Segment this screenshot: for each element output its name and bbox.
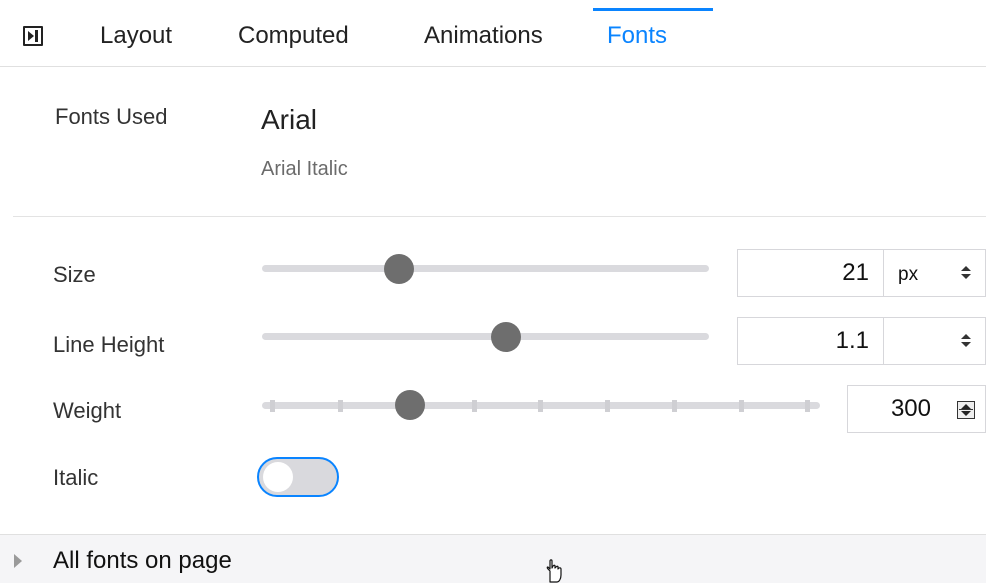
all-fonts-label[interactable]: All fonts on page: [53, 547, 232, 575]
sidebar-toggle-icon[interactable]: [23, 26, 43, 46]
line-height-unit-select[interactable]: [883, 317, 986, 365]
size-value: 21: [842, 259, 869, 286]
disclosure-triangle-icon[interactable]: [14, 554, 22, 568]
line-height-label: Line Height: [53, 332, 165, 357]
all-fonts-disclosure[interactable]: All fonts on page: [0, 534, 986, 583]
weight-tick: [805, 400, 810, 412]
tab-layout[interactable]: Layout: [100, 22, 172, 50]
size-label: Size: [53, 262, 96, 287]
tab-computed[interactable]: Computed: [238, 22, 349, 50]
weight-value: 300: [890, 395, 931, 422]
up-down-arrow-icon: [961, 334, 971, 348]
size-slider-track[interactable]: [262, 265, 709, 272]
tab-fonts[interactable]: Fonts: [607, 22, 667, 50]
italic-label: Italic: [53, 465, 99, 490]
size-input[interactable]: 21: [737, 249, 884, 297]
tab-bar: Layout Computed Animations Fonts: [0, 0, 986, 67]
weight-label: Weight: [53, 398, 122, 423]
up-down-arrow-icon: [961, 266, 971, 280]
hand-cursor-icon: [546, 559, 562, 583]
spin-button-icon[interactable]: [957, 401, 975, 419]
italic-toggle[interactable]: [257, 457, 339, 497]
tab-animations[interactable]: Animations: [424, 22, 543, 50]
weight-tick: [538, 400, 543, 412]
font-name-primary: Arial: [261, 104, 318, 135]
weight-input[interactable]: 300: [847, 385, 986, 433]
weight-tick: [605, 400, 610, 412]
toggle-knob: [263, 462, 293, 492]
size-slider-thumb[interactable]: [384, 254, 414, 284]
line-height-slider-thumb[interactable]: [491, 322, 521, 352]
size-unit: px: [898, 264, 919, 285]
line-height-value: 1.1: [835, 327, 869, 354]
line-height-slider-track[interactable]: [262, 333, 709, 340]
weight-tick: [270, 400, 275, 412]
fonts-used-label: Fonts Used: [55, 104, 168, 129]
weight-slider-thumb[interactable]: [395, 390, 425, 420]
section-divider: [13, 216, 986, 217]
weight-tick: [739, 400, 744, 412]
active-tab-indicator: [593, 8, 713, 11]
size-unit-select[interactable]: px: [883, 249, 986, 297]
weight-tick: [672, 400, 677, 412]
line-height-input[interactable]: 1.1: [737, 317, 884, 365]
weight-tick: [472, 400, 477, 412]
weight-tick: [338, 400, 343, 412]
font-name-secondary: Arial Italic: [261, 158, 348, 180]
